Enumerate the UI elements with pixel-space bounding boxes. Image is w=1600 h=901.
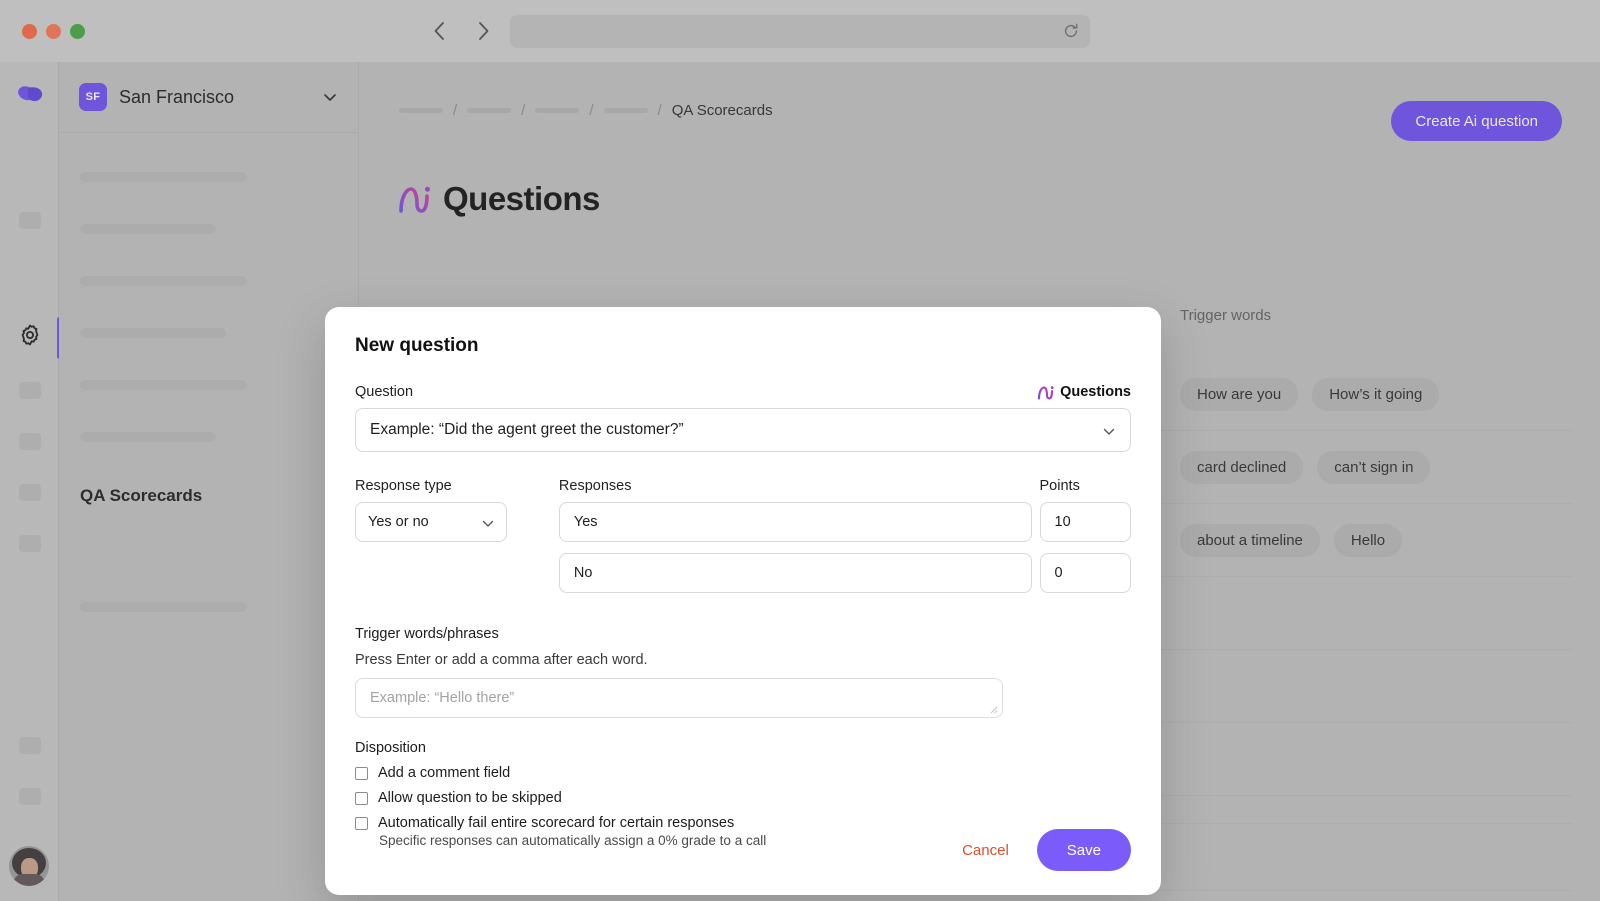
response-type-select[interactable]: Yes or no: [355, 502, 507, 542]
checkbox-icon[interactable]: [355, 816, 368, 830]
window-controls: [22, 24, 85, 39]
points-column: Points 10 0: [1039, 478, 1131, 604]
trigger-words-help: Press Enter or add a comma after each wo…: [355, 652, 648, 668]
trigger-words-input[interactable]: Example: “Hello there”: [355, 678, 1003, 718]
zoom-window-button[interactable]: [70, 24, 85, 39]
browser-navigation: [425, 17, 497, 45]
points-value: 0: [1054, 565, 1063, 581]
address-bar[interactable]: [510, 15, 1090, 48]
response-text-value: No: [573, 565, 593, 581]
points-input[interactable]: 10: [1039, 502, 1131, 542]
response-grid: Response type Yes or no Responses Yes No…: [355, 478, 1131, 604]
points-header: Points: [1039, 478, 1080, 494]
save-button[interactable]: Save: [1036, 829, 1131, 871]
dialog-footer: Cancel Save: [962, 829, 1131, 871]
close-window-button[interactable]: [22, 24, 37, 39]
new-question-dialog: New question Question Questions Example:…: [325, 307, 1161, 895]
disposition-option-label: Add a comment field: [378, 765, 511, 781]
chevron-down-icon[interactable]: [1101, 423, 1117, 439]
points-value: 10: [1054, 514, 1071, 530]
response-text-input[interactable]: Yes: [558, 502, 1032, 542]
application-window: SF San Francisco QA Scorecards / / / / Q…: [0, 62, 1600, 901]
question-label: Question: [355, 384, 414, 400]
response-type-header: Response type: [355, 478, 452, 494]
disposition-title: Disposition: [355, 740, 426, 756]
back-icon[interactable]: [425, 17, 453, 45]
response-text-value: Yes: [573, 514, 598, 530]
response-type-value: Yes or no: [368, 514, 429, 530]
screenshot-root: SF San Francisco QA Scorecards / / / / Q…: [0, 0, 1600, 901]
chevron-down-icon[interactable]: [480, 515, 496, 531]
ai-logo-icon: [1038, 385, 1054, 400]
dialog-title: New question: [355, 335, 479, 356]
question-select[interactable]: Example: “Did the agent greet the custom…: [355, 408, 1131, 452]
cancel-button[interactable]: Cancel: [962, 842, 1009, 859]
question-select-value: Example: “Did the agent greet the custom…: [370, 421, 684, 438]
disposition-option-allow-skip[interactable]: Allow question to be skipped: [355, 790, 1131, 806]
checkbox-icon[interactable]: [355, 791, 368, 805]
browser-chrome: [0, 0, 1600, 62]
trigger-words-title: Trigger words/phrases: [355, 626, 499, 642]
response-type-column: Response type Yes or no: [355, 478, 559, 604]
minimize-window-button[interactable]: [46, 24, 61, 39]
trigger-words-placeholder: Example: “Hello there”: [370, 690, 515, 706]
disposition-option-label: Allow question to be skipped: [378, 790, 562, 806]
resize-grip-icon[interactable]: [990, 706, 998, 714]
reload-icon[interactable]: [1062, 22, 1080, 40]
disposition-option-comment-field[interactable]: Add a comment field: [355, 765, 1131, 781]
ai-questions-badge: Questions: [1038, 384, 1131, 400]
forward-icon[interactable]: [469, 17, 497, 45]
ai-questions-badge-label: Questions: [1060, 384, 1131, 400]
disposition-option-label: Automatically fail entire scorecard for …: [378, 815, 735, 831]
question-label-row: Question Questions: [355, 384, 1131, 400]
response-text-input[interactable]: No: [558, 553, 1032, 593]
responses-header: Responses: [558, 478, 632, 494]
responses-column: Responses Yes No: [558, 478, 1032, 604]
checkbox-icon[interactable]: [355, 766, 368, 780]
points-input[interactable]: 0: [1039, 553, 1131, 593]
